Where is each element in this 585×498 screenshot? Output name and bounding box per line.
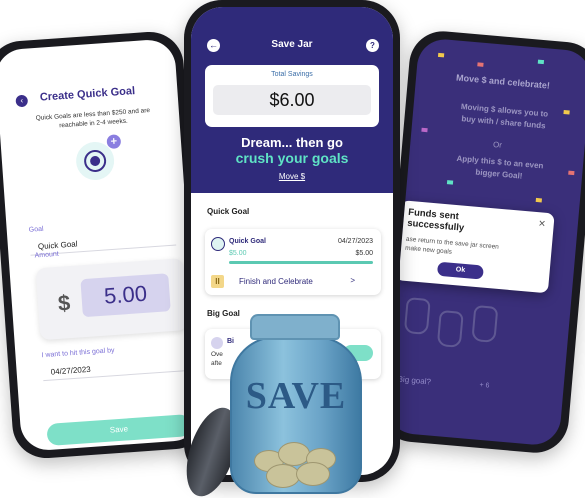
quick-goal-date: 04/27/2023 [337,238,373,245]
celebrate-title: Move $ and celebrate! [455,72,551,91]
create-quick-goal-screen: ‹ Create Quick Goal Quick Goals are less… [0,38,202,452]
total-savings-value: $6.00 [213,85,371,115]
goal-label: Goal [28,225,44,234]
jar-label: SAVE [245,375,347,417]
quick-goal-progress-bar [229,261,373,264]
confetti [437,52,445,58]
funds-sent-modal: Funds sent successfully ✕ ase return to … [394,200,555,294]
dollar-icon: $ [57,290,72,316]
quick-goal-section-title: Quick Goal [207,207,250,216]
phone-celebrate: Move $ and celebrate! Moving $ allows yo… [376,28,585,456]
phone-create-quick-goal: ‹ Create Quick Goal Quick Goals are less… [0,29,211,461]
close-icon[interactable]: ✕ [538,218,546,230]
confetti [446,180,454,185]
jar-icon [436,309,464,348]
ok-button[interactable]: Ok [436,261,484,280]
confetti [535,197,542,203]
amount-input-card: $ 5.00 [35,258,189,341]
quick-goal-name: Quick Goal [229,238,266,245]
save-jar-illustration: SAVE [176,314,378,498]
jar-body: SAVE [230,336,362,494]
confetti [421,127,428,133]
total-savings-label: Total Savings [271,71,313,78]
jar-neck [250,314,340,340]
question-icon[interactable]: ? [366,39,379,52]
plus-count: + 6 [479,381,490,390]
celebrate-screen: Move $ and celebrate! Moving $ allows yo… [385,37,585,447]
goal-field[interactable]: Quick Goal [38,239,78,251]
date-field[interactable]: 04/27/2023 [50,365,91,377]
page-title: Create Quick Goal [39,85,136,104]
modal-body: ase return to the save jar screen make n… [404,235,500,256]
quick-goal-description: Quick Goals are less than $250 and are r… [35,107,151,130]
quick-goal-current: $5.00 [229,250,247,257]
total-savings-card: Total Savings $6.00 [205,65,379,127]
tagline-line-1: Dream... then go [241,135,343,150]
big-goal-link[interactable]: Big goal? [397,375,431,387]
modal-title: Funds sent successfully [406,206,465,234]
finish-flag-icon: II [211,275,224,288]
jar-icon [471,304,499,343]
confetti [477,62,484,67]
quick-goal-card[interactable]: Quick Goal 04/27/2023 $5.00 $5.00 II Fin… [205,229,381,295]
target-icon [211,237,225,251]
confetti [537,59,545,65]
tagline-line-2: crush your goals [235,150,349,166]
add-icon: + [106,134,122,150]
jar-icon [403,297,431,336]
amount-label: Amount [34,250,59,260]
save-button[interactable]: Save [46,413,192,446]
save-jar-header: ← Save Jar ? Total Savings $6.00 Dream..… [191,7,393,193]
date-label: I want to hit this goal by [41,347,115,360]
finish-and-celebrate-button[interactable]: Finish and Celebrate [239,277,313,286]
move-money-link[interactable]: Move $ [191,172,393,181]
quick-goal-target: $5.00 [355,250,373,257]
amount-field[interactable]: 5.00 [80,273,171,318]
coin [266,464,300,488]
coin [296,462,330,486]
chevron-right-icon[interactable]: > [350,276,355,285]
page-title: Save Jar [271,39,313,50]
